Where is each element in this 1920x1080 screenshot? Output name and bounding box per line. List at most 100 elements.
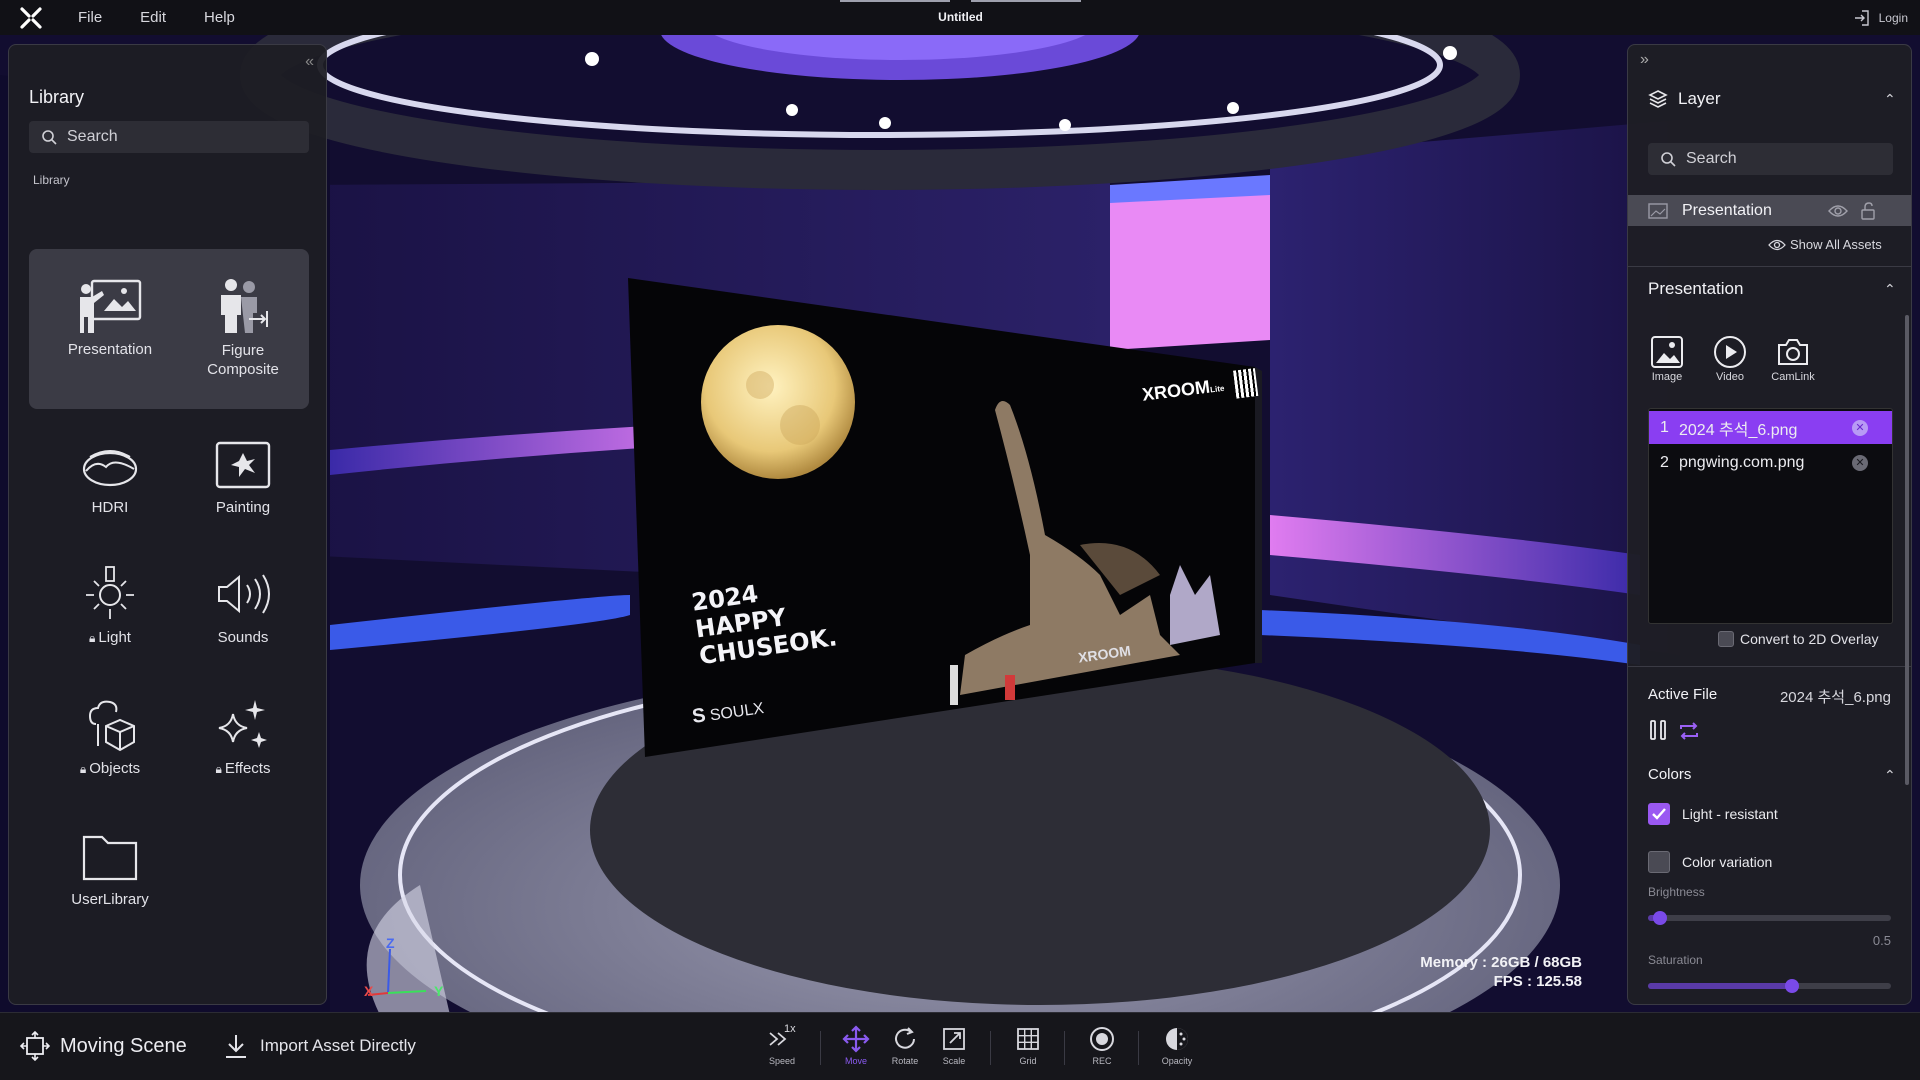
- library-panel: « Library Search Library Presentation Fi…: [8, 44, 327, 1005]
- bottom-toolbar: Moving Scene Import Asset Directly 1x Sp…: [0, 1012, 1920, 1080]
- file-row[interactable]: 1 2024 추석_6.png ✕: [1649, 411, 1892, 444]
- library-item-figure-composite[interactable]: Figure Composite: [177, 277, 309, 379]
- app-logo-icon[interactable]: [19, 6, 43, 30]
- objects-icon: [76, 696, 144, 754]
- chevron-up-icon[interactable]: ⌃: [1884, 281, 1896, 298]
- file-row[interactable]: 2 pngwing.com.png ✕: [1649, 446, 1892, 479]
- active-file-value: 2024 추석_6.png: [1779, 689, 1891, 706]
- convert-2d-overlay-toggle[interactable]: Convert to 2D Overlay: [1718, 631, 1879, 647]
- axis-gizmo[interactable]: Z X Y: [360, 935, 450, 1012]
- saturation-label: Saturation: [1648, 953, 1703, 967]
- figure-composite-icon: [209, 277, 277, 335]
- brightness-slider[interactable]: [1648, 911, 1891, 925]
- rotate-tool-button[interactable]: Rotate: [883, 1025, 927, 1066]
- move-icon: [842, 1025, 870, 1053]
- memory-readout: Memory : 26GB / 68GB: [1420, 954, 1582, 971]
- remove-file-icon[interactable]: ✕: [1852, 419, 1868, 436]
- rotate-icon: [895, 1027, 915, 1049]
- library-search-placeholder: Search: [67, 128, 118, 145]
- title-underline: [971, 0, 1081, 2]
- library-item-label: Painting: [215, 499, 271, 516]
- library-item-hdri[interactable]: HDRI: [44, 435, 176, 516]
- unlock-icon[interactable]: [1860, 201, 1876, 220]
- library-item-effects[interactable]: 🔒︎ Effects: [177, 696, 309, 777]
- effects-icon: [209, 696, 277, 754]
- convert-2d-overlay-checkbox[interactable]: [1718, 631, 1734, 647]
- image-icon: [1651, 336, 1683, 368]
- color-variation-toggle[interactable]: Color variation: [1648, 851, 1772, 873]
- image-button[interactable]: Image: [1639, 335, 1695, 383]
- library-item-label: Objects: [89, 760, 141, 777]
- camlink-button[interactable]: CamLink: [1765, 335, 1821, 383]
- axis-label-y: Y: [434, 983, 444, 999]
- toolbar-divider: [820, 1031, 821, 1065]
- library-item-light[interactable]: 🔒︎ Light: [44, 565, 176, 646]
- scale-tool-label: Scale: [942, 1056, 966, 1066]
- library-item-painting[interactable]: Painting: [177, 435, 309, 516]
- collapse-right-icon[interactable]: »: [1640, 51, 1649, 69]
- file-index: 2: [1660, 453, 1669, 471]
- opacity-icon: [1166, 1028, 1188, 1050]
- presentation-section-title: Presentation: [1648, 279, 1744, 298]
- login-button[interactable]: Login: [1853, 0, 1908, 35]
- lock-icon: 🔒︎: [215, 762, 222, 776]
- record-label: REC: [1092, 1056, 1112, 1066]
- menu-help[interactable]: Help: [204, 9, 235, 26]
- divider: [1628, 266, 1911, 267]
- import-asset-button[interactable]: Import Asset Directly: [224, 1033, 416, 1059]
- speed-value: 1x: [784, 1023, 796, 1035]
- opacity-button[interactable]: Opacity: [1155, 1025, 1199, 1066]
- login-icon: [1854, 9, 1869, 26]
- record-button[interactable]: REC: [1080, 1025, 1124, 1066]
- layer-search-input[interactable]: Search: [1648, 143, 1893, 175]
- saturation-slider[interactable]: [1648, 979, 1891, 993]
- menu-edit[interactable]: Edit: [140, 9, 166, 26]
- file-name: 2024 추석_6.png: [1679, 421, 1798, 439]
- light-resistant-toggle[interactable]: Light - resistant: [1648, 803, 1778, 825]
- loop-icon[interactable]: [1678, 721, 1700, 741]
- search-icon: [42, 130, 57, 145]
- library-item-user-library[interactable]: UserLibrary: [44, 827, 176, 908]
- remove-file-icon[interactable]: ✕: [1852, 454, 1868, 471]
- presentation-file-list: 1 2024 추석_6.png ✕ 2 pngwing.com.png ✕: [1648, 408, 1893, 624]
- show-all-assets-label: Show All Assets: [1790, 237, 1882, 252]
- chevron-up-icon[interactable]: ⌃: [1884, 91, 1896, 108]
- collapse-left-icon[interactable]: «: [305, 53, 314, 71]
- light-resistant-checkbox[interactable]: [1648, 803, 1670, 825]
- checkmark-icon: [1652, 808, 1666, 820]
- axis-label-x: X: [364, 983, 374, 999]
- show-all-assets-button[interactable]: Show All Assets: [1768, 237, 1882, 252]
- divider: [1628, 666, 1911, 667]
- library-item-label: HDRI: [91, 499, 129, 516]
- scale-tool-button[interactable]: Scale: [932, 1025, 976, 1066]
- library-item-sounds[interactable]: Sounds: [177, 565, 309, 646]
- library-item-presentation[interactable]: Presentation: [44, 277, 176, 358]
- toolbar-divider: [990, 1031, 991, 1065]
- move-tool-button[interactable]: Move: [834, 1025, 878, 1066]
- layer-section-header[interactable]: Layer: [1648, 89, 1721, 109]
- saturation-slider-handle[interactable]: [1785, 979, 1799, 993]
- camera-icon: [1778, 339, 1808, 365]
- light-resistant-label: Light - resistant: [1682, 806, 1778, 822]
- layers-icon: [1648, 90, 1668, 108]
- colors-section-title: Colors: [1648, 766, 1692, 783]
- convert-2d-overlay-label: Convert to 2D Overlay: [1740, 631, 1879, 647]
- video-button[interactable]: Video: [1702, 335, 1758, 383]
- eye-icon[interactable]: [1828, 204, 1848, 218]
- library-item-objects[interactable]: 🔒︎ Objects: [44, 696, 176, 777]
- brightness-slider-handle[interactable]: [1653, 911, 1667, 925]
- grid-button[interactable]: Grid: [1006, 1025, 1050, 1066]
- panel-scrollbar[interactable]: [1905, 315, 1909, 785]
- file-index: 1: [1660, 418, 1669, 436]
- play-icon: [1714, 336, 1746, 368]
- layer-row-presentation[interactable]: Presentation: [1628, 195, 1911, 226]
- speed-button[interactable]: 1x Speed: [760, 1023, 804, 1066]
- moving-scene-button[interactable]: Moving Scene: [20, 1031, 187, 1061]
- menu-file[interactable]: File: [78, 9, 102, 26]
- pause-icon[interactable]: [1648, 719, 1668, 741]
- title-underline: [840, 0, 950, 2]
- chevron-up-icon[interactable]: ⌃: [1884, 767, 1896, 784]
- color-variation-checkbox[interactable]: [1648, 851, 1670, 873]
- library-search-input[interactable]: Search: [29, 121, 309, 153]
- layer-title: Layer: [1678, 89, 1721, 108]
